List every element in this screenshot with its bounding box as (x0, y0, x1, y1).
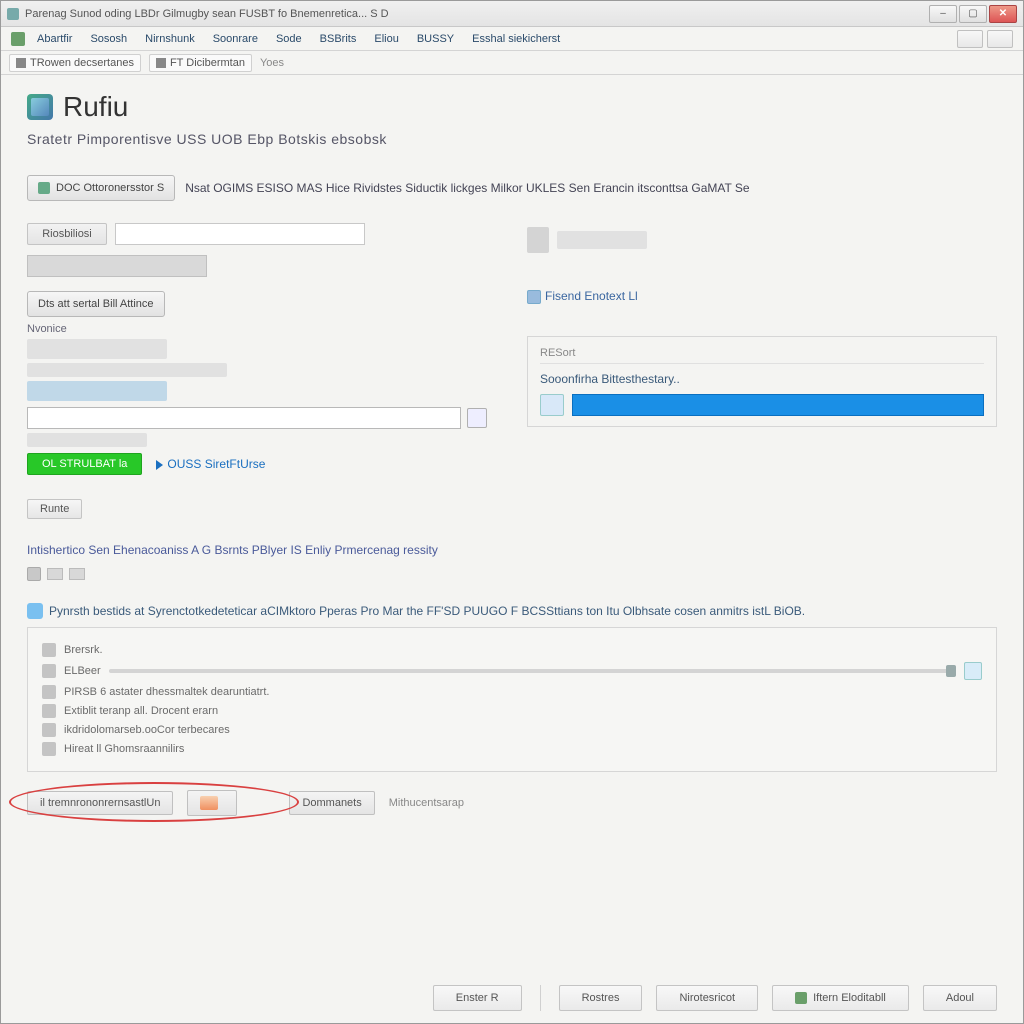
select-iso-button[interactable]: DOC Ottoronersstor S (27, 175, 175, 201)
blurred-icon (527, 227, 549, 253)
menu-item[interactable]: Abartfir (37, 33, 72, 45)
option-slider[interactable]: ELBeer (42, 662, 982, 680)
toolbar-button[interactable] (957, 30, 983, 48)
file-icon (38, 182, 50, 194)
option-icon (42, 664, 56, 678)
blurred-field (27, 381, 167, 401)
field-label: Riosbiliosi (27, 223, 107, 245)
bottom-text: Mithucentsarap (389, 797, 464, 809)
blurred-field (27, 363, 227, 377)
slider-thumb[interactable] (946, 665, 956, 677)
doc-icon (156, 58, 166, 68)
progress-bar (572, 394, 984, 416)
slider-end-icon[interactable] (964, 662, 982, 680)
menubar: Abartfir Sososh Nirnshunk Soonrare Sode … (1, 27, 1023, 51)
window-title: Parenag Sunod oding LBDr Gilmugby sean F… (25, 8, 389, 20)
instruction-text: Intishertico Sen Ehenacoaniss A G Bsrnts… (27, 543, 997, 557)
name-label: Nvonice (27, 323, 487, 335)
menu-app-icon (11, 32, 25, 46)
menu-item[interactable]: Sososh (90, 33, 127, 45)
option-icon (42, 704, 56, 718)
browse-icon-button[interactable] (467, 408, 487, 428)
slider-track[interactable] (109, 669, 956, 673)
close-button[interactable]: ✕ (989, 5, 1017, 23)
footer-button[interactable]: Iftern Eloditabll (772, 985, 909, 1011)
option-icon (42, 742, 56, 756)
small-icon[interactable] (27, 567, 41, 581)
toolbar-chip[interactable]: TRowen decsertanes (9, 54, 141, 72)
link[interactable]: Fisend Enotext Ll (527, 289, 997, 304)
toolbar-chip[interactable]: FT Dicibermtan (149, 54, 252, 72)
option-item[interactable]: Hireat ll Ghomsraannilirs (42, 742, 982, 756)
footer-button[interactable]: Rostres (559, 985, 643, 1011)
menu-item[interactable]: Nirnshunk (145, 33, 195, 45)
progress-icon (540, 394, 564, 416)
app-window: Parenag Sunod oding LBDr Gilmugby sean F… (0, 0, 1024, 1024)
toolbar-button[interactable] (987, 30, 1013, 48)
menu-item[interactable]: Esshal siekicherst (472, 33, 560, 45)
text-input[interactable] (115, 223, 365, 245)
option-icon (42, 723, 56, 737)
small-button[interactable]: Runte (27, 499, 82, 519)
option-item[interactable]: ikdridolomarseb.ooCor terbecares (42, 723, 982, 737)
start-button[interactable]: OL STRULBAT la (27, 453, 142, 475)
info-heading: Pynrsth bestids at Syrenctotkedeteticar … (27, 603, 997, 619)
blurred-field (27, 339, 167, 359)
menu-item[interactable]: Sode (276, 33, 302, 45)
footer-buttons: Enster R Rostres Nirotesricot Iftern Elo… (433, 985, 997, 1011)
icon-row (27, 567, 997, 581)
toolbar-text: Yoes (260, 57, 284, 69)
divider (540, 985, 541, 1011)
app-title: Rufiu (63, 91, 128, 123)
blurred-field (27, 433, 147, 447)
bottom-action-row: il tremnrononrernsastlUn Dommanets Mithu… (27, 790, 997, 816)
progress-label: Sooonfirha Bittesthestary.. (540, 372, 984, 386)
minimize-button[interactable]: – (929, 5, 957, 23)
app-logo-icon (27, 94, 53, 120)
bottom-button-highlight[interactable] (187, 790, 237, 816)
info-icon (27, 603, 43, 619)
menu-item[interactable]: Eliou (374, 33, 398, 45)
link-icon (527, 290, 541, 304)
path-input[interactable] (27, 407, 461, 429)
option-item[interactable]: Extiblit teranp all. Drocent erarn (42, 704, 982, 718)
small-icon[interactable] (47, 568, 63, 580)
app-icon (7, 8, 19, 20)
link-text[interactable]: OUSS SiretFtUrse (156, 457, 265, 471)
footer-button[interactable]: Enster R (433, 985, 522, 1011)
footer-button[interactable]: Nirotesricot (656, 985, 758, 1011)
menu-item[interactable]: BSBrits (320, 33, 357, 45)
menu-item[interactable]: BUSSY (417, 33, 454, 45)
app-subtitle: Sratetr Pimporentisve USS UOB Ebp Botski… (27, 131, 997, 147)
disabled-input (27, 255, 207, 277)
footer-icon (795, 992, 807, 1004)
secondary-toolbar: TRowen decsertanes FT Dicibermtan Yoes (1, 51, 1023, 75)
progress-panel: RESort Sooonfirha Bittesthestary.. (527, 336, 997, 427)
option-item[interactable]: PIRSB 6 astater dhessmaltek dearuntiatrt… (42, 685, 982, 699)
bottom-button[interactable]: il tremnrononrernsastlUn (27, 791, 173, 815)
disk-settings-button[interactable]: Dts att sertal Bill Attince (27, 291, 165, 317)
option-icon (42, 685, 56, 699)
menu-item[interactable]: Soonrare (213, 33, 258, 45)
option-item[interactable]: Brersrk. (42, 643, 982, 657)
options-box: Brersrk. ELBeer PIRSB 6 astater dhessmal… (27, 627, 997, 772)
titlebar[interactable]: Parenag Sunod oding LBDr Gilmugby sean F… (1, 1, 1023, 27)
panel-heading: RESort (540, 347, 984, 364)
select-description: Nsat OGIMS ESISO MAS Hice Rividstes Sidu… (185, 181, 749, 195)
small-icon[interactable] (69, 568, 85, 580)
blurred-field (557, 231, 647, 249)
content-area: Rufiu Sratetr Pimporentisve USS UOB Ebp … (1, 75, 1023, 1023)
footer-button[interactable]: Adoul (923, 985, 997, 1011)
doc-icon (16, 58, 26, 68)
bottom-button[interactable]: Dommanets (289, 791, 374, 815)
option-icon (42, 643, 56, 657)
play-icon (156, 460, 163, 470)
maximize-button[interactable]: ▢ (959, 5, 987, 23)
